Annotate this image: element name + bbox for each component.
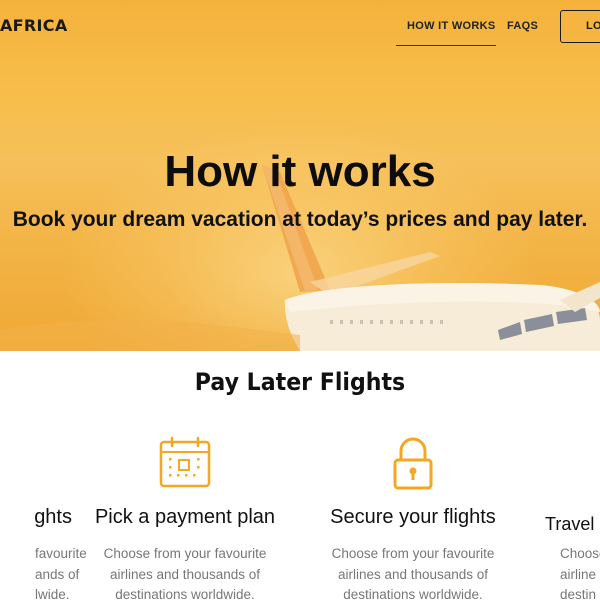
card-description: Choose airline destin xyxy=(560,546,600,600)
login-button[interactable]: LOGIN xyxy=(560,10,600,43)
card-title: Travel xyxy=(545,514,595,534)
hero-title: How it works xyxy=(164,147,436,196)
hero-subtitle: Book your dream vacation at today’s pric… xyxy=(12,208,588,231)
brand-logo[interactable]: AFRICA xyxy=(0,16,68,35)
card-title: Pick a payment plan xyxy=(94,506,276,528)
lock-icon xyxy=(393,437,433,490)
section-title: Pay Later Flights xyxy=(194,368,406,396)
nav-faqs[interactable]: FAQS xyxy=(507,20,538,32)
step-card-payment-plan: Pick a payment plan Choose from your fav… xyxy=(80,436,290,600)
card-title: Secure your flights xyxy=(330,506,496,528)
card-description: Choose from your favourite airlines and … xyxy=(103,546,267,600)
top-navbar: AFRICA HOW IT WORKS FAQS LOGIN xyxy=(0,0,600,52)
card-title: ghts xyxy=(34,506,72,528)
hero-banner: AFRICA HOW IT WORKS FAQS LOGIN How it wo… xyxy=(0,0,600,351)
nav-how-it-works[interactable]: HOW IT WORKS xyxy=(407,20,496,32)
card-description: Choose from your favourite airlines and … xyxy=(331,546,495,600)
calendar-icon xyxy=(159,436,211,488)
active-nav-underline xyxy=(396,45,496,46)
step-card-secure-flights: Secure your flights Choose from your fav… xyxy=(308,436,518,600)
card-description: favourite ands of lwide. xyxy=(35,546,87,600)
